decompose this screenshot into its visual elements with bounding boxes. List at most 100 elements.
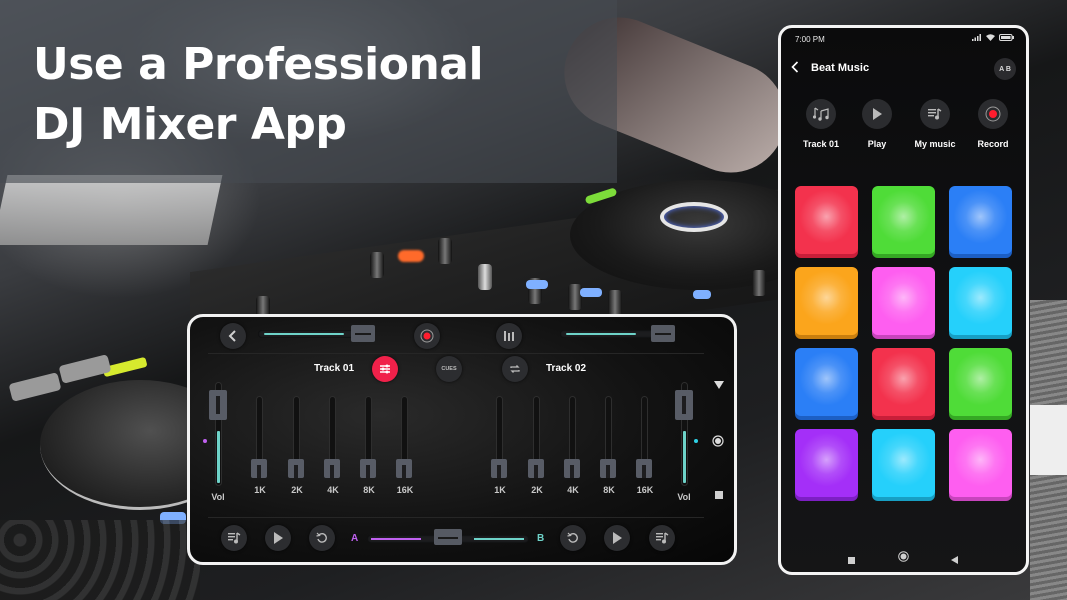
beat-pad-4[interactable]	[795, 267, 858, 335]
bg-led	[398, 250, 424, 262]
square-icon	[715, 491, 723, 499]
deck-a-volume-knob[interactable]	[209, 390, 227, 420]
reset-icon	[567, 532, 578, 543]
nav-home-button[interactable]	[712, 435, 724, 450]
action-play[interactable]: Play	[847, 99, 907, 149]
headline-line-2: DJ Mixer App	[33, 99, 347, 150]
crossfader-a-label: A	[351, 533, 359, 544]
pitch-slider-right-thumb[interactable]	[651, 325, 675, 342]
page-title: Beat Music	[811, 62, 870, 74]
action-track[interactable]: Track 01	[791, 99, 851, 149]
bg-knob	[370, 252, 384, 278]
bg-knob	[568, 284, 582, 310]
nav-recents-button[interactable]	[715, 491, 723, 502]
pitch-slider-left-thumb[interactable]	[351, 325, 375, 342]
deck-b-track-label: Track 02	[546, 363, 587, 374]
beat-pad-5[interactable]	[872, 267, 935, 335]
deck-b-indicator-dot	[694, 439, 698, 443]
bg-knob	[752, 270, 766, 296]
bg-pad	[58, 354, 112, 384]
beat-pad-12[interactable]	[949, 429, 1012, 497]
chevron-left-icon	[228, 330, 236, 342]
deck-a-play-button[interactable]	[265, 525, 291, 551]
beat-pad-3[interactable]	[949, 186, 1012, 254]
beat-pad-8[interactable]	[872, 348, 935, 416]
beat-pad-11[interactable]	[872, 429, 935, 497]
bg-led	[693, 290, 711, 299]
bg-shirt	[0, 175, 223, 245]
bg-knob	[438, 238, 452, 264]
wifi-icon	[986, 34, 995, 41]
chevron-left-icon	[791, 61, 799, 73]
back-triangle-icon	[951, 556, 958, 564]
nav-bar	[781, 548, 1026, 564]
deck-b-volume-knob[interactable]	[675, 390, 693, 420]
action-label: My music	[914, 139, 956, 149]
record-icon	[420, 329, 434, 343]
home-circle-icon	[898, 551, 909, 562]
deck-a-track-label: Track 01	[314, 363, 355, 374]
record-button[interactable]	[414, 323, 440, 349]
deck-a-music-list-button[interactable]	[221, 525, 247, 551]
status-icons	[972, 34, 1014, 41]
crossfader-a-fill	[371, 538, 421, 540]
nav-back-button[interactable]	[714, 381, 724, 393]
action-label: Play	[867, 139, 887, 149]
crossfader-b-label: B	[537, 533, 545, 544]
equalizer-button[interactable]	[496, 323, 522, 349]
repeat-icon	[510, 365, 520, 373]
beat-pad-1[interactable]	[795, 186, 858, 254]
triangle-down-icon	[714, 381, 724, 389]
crossfader-thumb[interactable]	[434, 529, 462, 545]
beat-pad-9[interactable]	[949, 348, 1012, 416]
beat-pad-7[interactable]	[795, 348, 858, 416]
deck-a-indicator-dot	[203, 439, 207, 443]
crossfader-b-fill	[474, 538, 524, 540]
back-button[interactable]	[220, 323, 246, 349]
reset-icon	[316, 532, 327, 543]
deck-a-reset-button[interactable]	[309, 525, 335, 551]
signal-icon	[972, 34, 981, 41]
deck-b-play-button[interactable]	[604, 525, 630, 551]
beat-music-screen: 7:00 PM Beat Music A B Track 01 Play My …	[778, 25, 1029, 575]
sliders-icon	[380, 364, 390, 374]
bg-led	[526, 280, 548, 289]
ab-toggle-button[interactable]: A B	[994, 58, 1016, 80]
record-icon	[985, 106, 1001, 122]
cues-button[interactable]: CUES	[436, 356, 462, 382]
deck-b-vol-label: Vol	[677, 492, 691, 502]
music-list-icon	[928, 108, 942, 120]
cues-label: CUES	[441, 366, 457, 372]
deck-b-music-list-button[interactable]	[649, 525, 675, 551]
beat-pad-2[interactable]	[872, 186, 935, 254]
beat-pad-6[interactable]	[949, 267, 1012, 335]
deck-b-reset-button[interactable]	[560, 525, 586, 551]
divider	[208, 517, 704, 518]
divider	[208, 353, 704, 354]
nav-home-button[interactable]	[898, 549, 909, 567]
beat-pad-10[interactable]	[795, 429, 858, 497]
loop-button[interactable]	[502, 356, 528, 382]
pitch-slider-left[interactable]	[258, 330, 362, 338]
bg-case-label	[1030, 405, 1067, 475]
music-list-icon	[227, 532, 240, 544]
headline: Use a Professional DJ Mixer App	[33, 35, 484, 155]
bg-knobs-row	[0, 520, 200, 600]
action-label: Record	[977, 139, 1009, 149]
bg-led	[580, 288, 602, 297]
nav-recents-button[interactable]	[848, 551, 855, 569]
circle-icon	[712, 435, 724, 447]
action-record[interactable]: Record	[963, 99, 1023, 149]
nav-back-button[interactable]	[951, 551, 958, 569]
play-icon	[613, 532, 622, 544]
back-button[interactable]	[791, 60, 799, 78]
mixer-screen: Track 01 CUES Track 02 Vol 1K 2K 4K 8K 1…	[187, 314, 737, 565]
bg-pad	[8, 372, 62, 402]
battery-icon	[999, 34, 1014, 41]
deck-a-vol-label: Vol	[211, 492, 225, 502]
music-list-icon	[655, 532, 668, 544]
action-my-music[interactable]: My music	[905, 99, 965, 149]
bg-knob	[608, 290, 622, 316]
status-time: 7:00 PM	[795, 35, 825, 44]
deck-a-mode-button[interactable]	[372, 356, 398, 382]
